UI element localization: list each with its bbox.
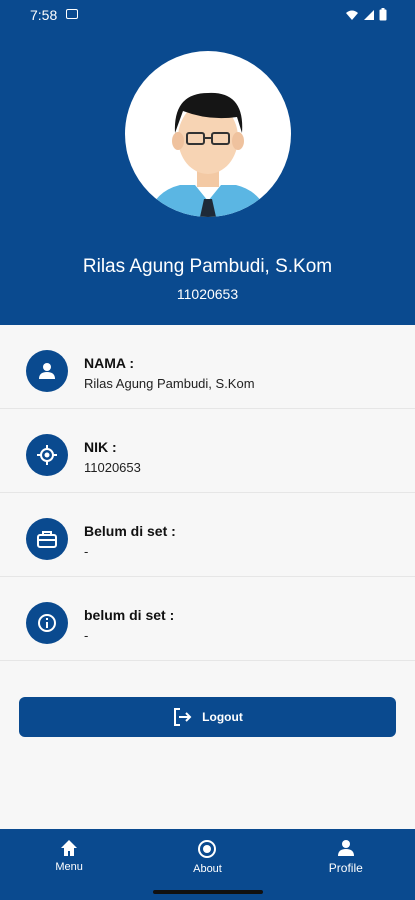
info-title: NAMA : <box>84 355 135 371</box>
info-row-nik: NIK : 11020653 <box>0 409 415 493</box>
home-icon <box>61 840 78 856</box>
profile-nik: 11020653 <box>176 286 239 302</box>
avatar-illustration <box>147 92 269 217</box>
logout-icon <box>174 708 192 726</box>
nav-about[interactable]: About <box>138 829 276 885</box>
wifi-icon <box>346 10 358 20</box>
signal-icon <box>364 9 374 20</box>
nav-profile[interactable]: Profile <box>277 829 415 885</box>
profile-name: Rilas Agung Pambudi, S.Kom <box>82 256 333 277</box>
bottom-navigation: Menu About Profile <box>0 829 415 885</box>
info-value: Rilas Agung Pambudi, S.Kom <box>84 376 255 391</box>
info-title: belum di set : <box>84 607 175 623</box>
info-title: NIK : <box>84 439 117 455</box>
target-icon <box>26 434 68 476</box>
nav-profile-label: Profile <box>328 861 363 875</box>
home-indicator[interactable] <box>153 890 263 894</box>
status-bar: 7:58 <box>0 0 415 30</box>
info-value: - <box>84 628 89 643</box>
nav-menu[interactable]: Menu <box>0 829 138 885</box>
person-icon <box>26 350 68 392</box>
info-list: NAMA : Rilas Agung Pambudi, S.Kom NIK : … <box>0 325 415 661</box>
profile-header: Rilas Agung Pambudi, S.Kom 11020653 <box>0 30 415 325</box>
battery-icon <box>379 8 387 21</box>
info-value: 11020653 <box>84 460 141 475</box>
info-row-nama: NAMA : Rilas Agung Pambudi, S.Kom <box>0 325 415 409</box>
briefcase-icon <box>26 518 68 560</box>
person-icon <box>337 840 354 856</box>
status-time: 7:58 <box>30 7 58 23</box>
nav-menu-label: Menu <box>55 861 83 873</box>
logout-label: Logout <box>202 710 243 724</box>
image-notification-icon <box>66 9 78 19</box>
system-navigation-bar <box>0 885 415 900</box>
info-title: Belum di set : <box>84 523 176 539</box>
info-row-belum-di-set-1: Belum di set : - <box>0 493 415 577</box>
status-icons <box>345 8 387 21</box>
info-value: - <box>84 544 89 559</box>
radio-icon <box>198 840 217 858</box>
avatar <box>125 51 291 217</box>
logout-button[interactable]: Logout <box>19 697 396 737</box>
info-row-belum-di-set-2: belum di set : - <box>0 577 415 661</box>
nav-about-label: About <box>193 863 222 875</box>
info-icon <box>26 602 68 644</box>
